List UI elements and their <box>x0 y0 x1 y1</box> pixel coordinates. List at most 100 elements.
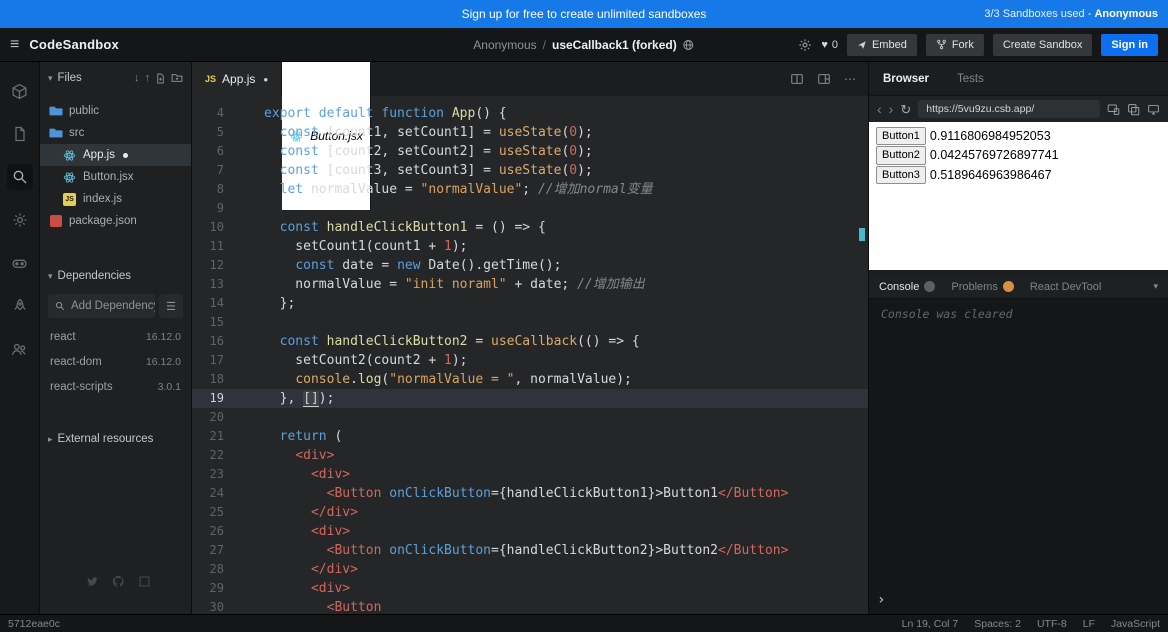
preview-button2-button[interactable]: Button2 <box>876 146 926 165</box>
search-icon[interactable] <box>6 164 33 190</box>
external-resources-header[interactable]: ▸ External resources <box>40 423 191 455</box>
code-line-12[interactable]: 12 const date = new Date().getTime(); <box>192 256 868 275</box>
split-view-icon[interactable] <box>790 72 804 86</box>
code-line-17[interactable]: 17 setCount2(count2 + 1); <box>192 351 868 370</box>
code-line-19[interactable]: 19 }, []); <box>192 389 868 408</box>
chevron-down-icon[interactable]: ▾ <box>48 271 53 282</box>
dependencies-section-header[interactable]: ▾ Dependencies <box>40 260 191 292</box>
dependency-list-toggle[interactable]: ☰ <box>159 294 183 318</box>
copy-link-icon[interactable] <box>1127 103 1140 116</box>
file-button-jsx[interactable]: Button.jsx <box>40 166 191 188</box>
code-line-24[interactable]: 24 <Button onClickButton={handleClickBut… <box>192 484 868 503</box>
tab-tests[interactable]: Tests <box>957 73 984 85</box>
more-options-icon[interactable]: ⋯ <box>844 72 856 86</box>
file-src[interactable]: src <box>40 122 191 144</box>
code-line-20[interactable]: 20 <box>192 408 868 427</box>
download-icon[interactable]: ↓ <box>134 72 140 84</box>
code-line-13[interactable]: 13 normalValue = "init noraml" + date; /… <box>192 275 868 294</box>
code-line-7[interactable]: 7 const [count3, setCount3] = useState(0… <box>192 161 868 180</box>
preview-button1-button[interactable]: Button1 <box>876 127 926 146</box>
code-area[interactable]: 4 export default function App() {5 const … <box>192 96 868 614</box>
chevron-down-icon[interactable]: ▾ <box>48 73 53 84</box>
collapse-console-icon[interactable]: ▾ <box>1153 281 1158 292</box>
code-line-15[interactable]: 15 <box>192 313 868 332</box>
encoding[interactable]: UTF-8 <box>1037 618 1067 630</box>
responsive-preview-icon[interactable] <box>1107 103 1120 116</box>
new-file-icon[interactable] <box>155 73 166 84</box>
code-line-27[interactable]: 27 <Button onClickButton={handleClickBut… <box>192 541 868 560</box>
code-line-25[interactable]: 25 </div> <box>192 503 868 522</box>
code-line-16[interactable]: 16 const handleClickButton2 = useCallbac… <box>192 332 868 351</box>
code-line-28[interactable]: 28 </div> <box>192 560 868 579</box>
cursor-position[interactable]: Ln 19, Col 7 <box>902 618 959 630</box>
code-line-21[interactable]: 21 return ( <box>192 427 868 446</box>
url-bar[interactable]: https://5vu9zu.csb.app/ <box>918 100 1100 118</box>
sandbox-owner[interactable]: Anonymous <box>473 38 536 52</box>
code-line-6[interactable]: 6 const [count2, setCount2] = useState(0… <box>192 142 868 161</box>
sandbox-title[interactable]: useCallback1 (forked) <box>552 38 677 52</box>
github-icon[interactable] <box>112 575 125 588</box>
dependency-react-scripts[interactable]: react-scripts 3.0.1 <box>40 374 191 399</box>
fork-button[interactable]: Fork <box>925 33 984 56</box>
files-section-header[interactable]: ▾ Files ↓ ↑ <box>40 62 191 94</box>
chevron-right-icon[interactable]: ▸ <box>48 434 53 445</box>
config-gear-icon[interactable] <box>7 207 33 233</box>
console-tab-console[interactable]: Console <box>879 281 936 293</box>
dependency-react-dom[interactable]: react-dom 16.12.0 <box>40 349 191 374</box>
file-app-js[interactable]: App.js <box>40 144 191 166</box>
deploy-rocket-icon[interactable] <box>7 293 33 319</box>
code-line-29[interactable]: 29 <div> <box>192 579 868 598</box>
preview-layout-icon[interactable] <box>817 72 831 86</box>
upload-icon[interactable]: ↑ <box>145 72 151 84</box>
refresh-icon[interactable]: ↻ <box>900 103 911 116</box>
menu-icon[interactable]: ≡ <box>10 36 19 53</box>
code-line-18[interactable]: 18 console.log("normalValue = ", normalV… <box>192 370 868 389</box>
code-line-22[interactable]: 22 <div> <box>192 446 868 465</box>
banner-message[interactable]: Sign up for free to create unlimited san… <box>462 7 707 21</box>
logo[interactable]: CodeSandbox <box>29 37 119 52</box>
like-button[interactable]: ♥ 0 <box>821 39 838 51</box>
forward-icon[interactable]: › <box>889 102 894 116</box>
file-package-json[interactable]: package.json <box>40 210 191 232</box>
open-in-new-window-icon[interactable] <box>1147 103 1160 116</box>
eol[interactable]: LF <box>1083 618 1095 630</box>
code-line-5[interactable]: 5 const [count1, setCount1] = useState(0… <box>192 123 868 142</box>
preview-button3-button[interactable]: Button3 <box>876 165 926 184</box>
tab-app-js[interactable]: JS App.js ● <box>192 62 283 96</box>
console-tab-react-devtool[interactable]: React DevTool <box>1030 281 1102 293</box>
globe-icon[interactable] <box>683 39 695 51</box>
code-line-11[interactable]: 11 setCount1(count1 + 1); <box>192 237 868 256</box>
expand-panel-icon[interactable]: › <box>877 592 885 608</box>
sign-in-button[interactable]: Sign in <box>1101 33 1158 56</box>
add-dependency-input[interactable]: Add Dependency <box>48 294 155 318</box>
server-plug-icon[interactable] <box>7 250 33 276</box>
console-output[interactable]: Console was cleared › <box>869 299 1168 614</box>
project-cube-icon[interactable] <box>7 78 33 104</box>
code-line-10[interactable]: 10 const handleClickButton1 = () => { <box>192 218 868 237</box>
code-line-9[interactable]: 9 <box>192 199 868 218</box>
collaborators-icon[interactable] <box>7 336 33 362</box>
signup-banner[interactable]: Sign up for free to create unlimited san… <box>0 0 1168 28</box>
code-line-4[interactable]: 4 export default function App() { <box>192 104 868 123</box>
back-icon[interactable]: ‹ <box>877 102 882 116</box>
create-sandbox-button[interactable]: Create Sandbox <box>992 33 1093 56</box>
twitter-icon[interactable] <box>86 575 99 588</box>
scrollbar-marker[interactable] <box>859 228 865 241</box>
language-mode[interactable]: JavaScript <box>1111 618 1160 630</box>
code-line-14[interactable]: 14 }; <box>192 294 868 313</box>
file-public[interactable]: public <box>40 100 191 122</box>
settings-icon[interactable] <box>798 38 812 52</box>
embed-button[interactable]: Embed <box>846 33 917 56</box>
code-line-26[interactable]: 26 <div> <box>192 522 868 541</box>
codesandbox-icon[interactable] <box>138 575 151 588</box>
code-line-23[interactable]: 23 <div> <box>192 465 868 484</box>
new-folder-icon[interactable] <box>171 72 183 84</box>
code-line-30[interactable]: 30 <Button <box>192 598 868 614</box>
console-tab-problems[interactable]: Problems <box>951 281 1014 293</box>
file-index-js[interactable]: JS index.js <box>40 188 191 210</box>
indentation[interactable]: Spaces: 2 <box>974 618 1021 630</box>
files-icon[interactable] <box>7 121 33 147</box>
tab-browser[interactable]: Browser <box>883 73 929 85</box>
dependency-react[interactable]: react 16.12.0 <box>40 324 191 349</box>
code-line-8[interactable]: 8 let normalValue = "normalValue"; //增加n… <box>192 180 868 199</box>
